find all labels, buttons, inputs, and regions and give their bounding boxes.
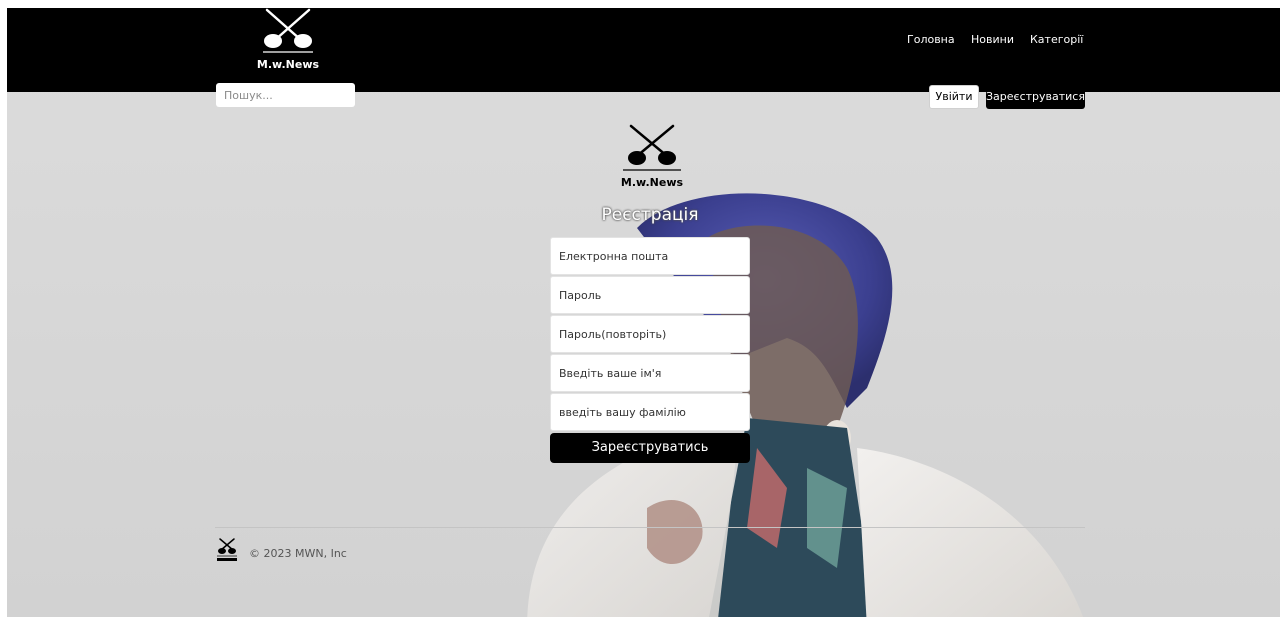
registration-title: Реєстрація	[601, 205, 699, 225]
search-input[interactable]	[216, 83, 355, 107]
last-name-field[interactable]	[550, 393, 750, 431]
footer-logo[interactable]	[215, 538, 239, 564]
register-submit-button[interactable]: Зареєструватись	[550, 433, 750, 463]
nav-home-link[interactable]: Головна	[907, 33, 955, 46]
form-logo-text: M.w.News	[621, 176, 684, 189]
register-top-button[interactable]: Зареєструватися	[986, 85, 1085, 109]
password-repeat-field[interactable]	[550, 315, 750, 353]
password-field[interactable]	[550, 276, 750, 314]
nav-categories-link[interactable]: Категорії	[1030, 33, 1083, 46]
first-name-field[interactable]	[550, 354, 750, 392]
top-navbar: M.w.News Головна Новини Категорії	[7, 8, 1280, 92]
email-field[interactable]	[550, 237, 750, 275]
brand-logo-text: M.w.News	[257, 58, 320, 71]
page: M.w.News Головна Новини Категорії Увійти…	[7, 8, 1280, 617]
footer-divider	[215, 527, 1085, 528]
nav-news-link[interactable]: Новини	[971, 33, 1014, 46]
form-logo: M.w.News	[621, 124, 684, 189]
login-button[interactable]: Увійти	[929, 85, 979, 109]
footer-copyright: © 2023 MWN, Inc	[249, 547, 347, 560]
brand-logo[interactable]: M.w.News	[255, 8, 321, 74]
